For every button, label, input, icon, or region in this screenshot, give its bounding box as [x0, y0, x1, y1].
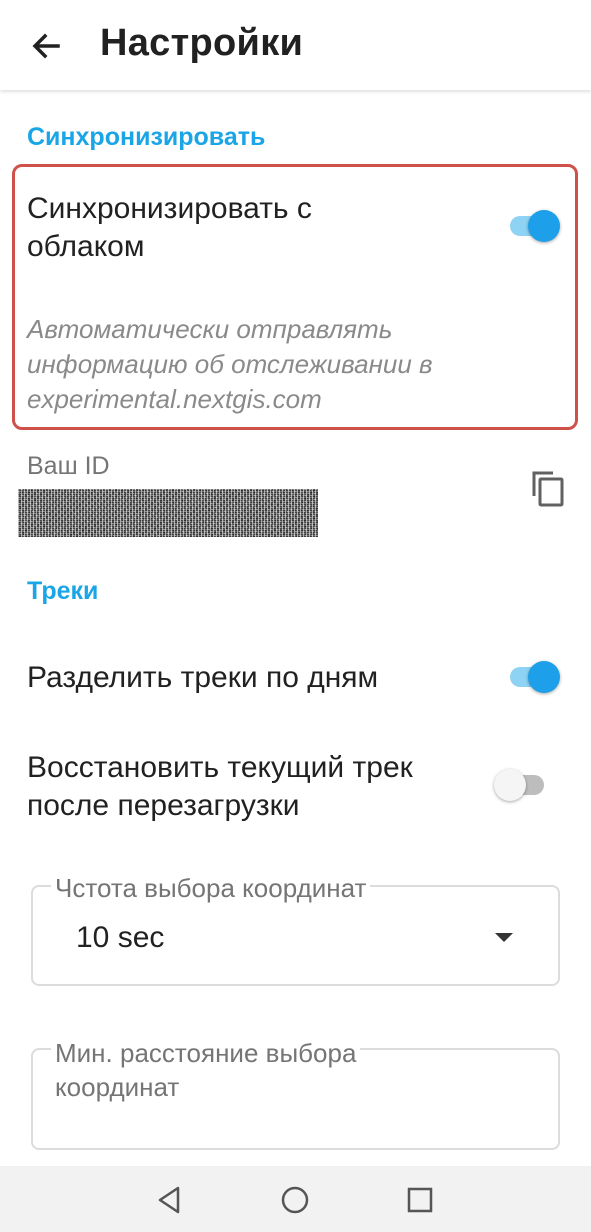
- restore-track-toggle[interactable]: [494, 765, 550, 805]
- sync-pref-summary-line2: информацию об отслеживании в: [27, 349, 433, 379]
- section-header-sync: Синхронизировать: [27, 123, 266, 151]
- coordinate-rate-value: 10 sec: [76, 921, 165, 954]
- nav-recents-square-icon[interactable]: [398, 1178, 442, 1222]
- sync-cloud-toggle[interactable]: [506, 206, 562, 246]
- switch-thumb: [528, 661, 560, 693]
- split-tracks-label: Разделить треки по дням: [27, 661, 379, 694]
- system-nav-bar: [0, 1166, 591, 1232]
- app-bar: Настройки: [0, 0, 591, 90]
- arrow-back-icon[interactable]: [24, 24, 68, 68]
- coordinate-rate-label: Чстота выбора координат: [51, 873, 371, 903]
- nav-home-circle-icon[interactable]: [273, 1178, 317, 1222]
- restore-track-label-line1: Восстановить текущий трек: [27, 751, 413, 784]
- sync-pref-title-line1: Синхронизировать с: [27, 192, 312, 225]
- user-id-value-redacted: [18, 489, 318, 537]
- min-distance-field[interactable]: Мин. расстояние выбора координат: [31, 1038, 560, 1150]
- page-title: Настройки: [100, 22, 304, 64]
- switch-thumb: [528, 210, 560, 242]
- restore-track-label-line2: после перезагрузки: [27, 789, 300, 822]
- content-copy-icon[interactable]: [526, 466, 570, 510]
- sync-pref-summary-line3: experimental.nextgis.com: [27, 384, 322, 414]
- coordinate-rate-dropdown[interactable]: Чстота выбора координат 10 sec: [31, 873, 560, 986]
- sync-pref-title-line2: облаком: [27, 230, 145, 263]
- dropdown-arrow-icon: [495, 933, 513, 942]
- nav-back-triangle-icon[interactable]: [148, 1178, 192, 1222]
- user-id-label: Ваш ID: [27, 452, 110, 480]
- min-distance-label-line2: координат: [51, 1072, 184, 1102]
- split-tracks-toggle[interactable]: [506, 657, 562, 697]
- switch-thumb: [494, 769, 526, 801]
- section-header-tracks: Треки: [27, 577, 99, 605]
- sync-pref-summary-line1: Автоматически отправлять: [27, 314, 393, 344]
- min-distance-label-line1: Мин. расстояние выбора: [51, 1038, 361, 1068]
